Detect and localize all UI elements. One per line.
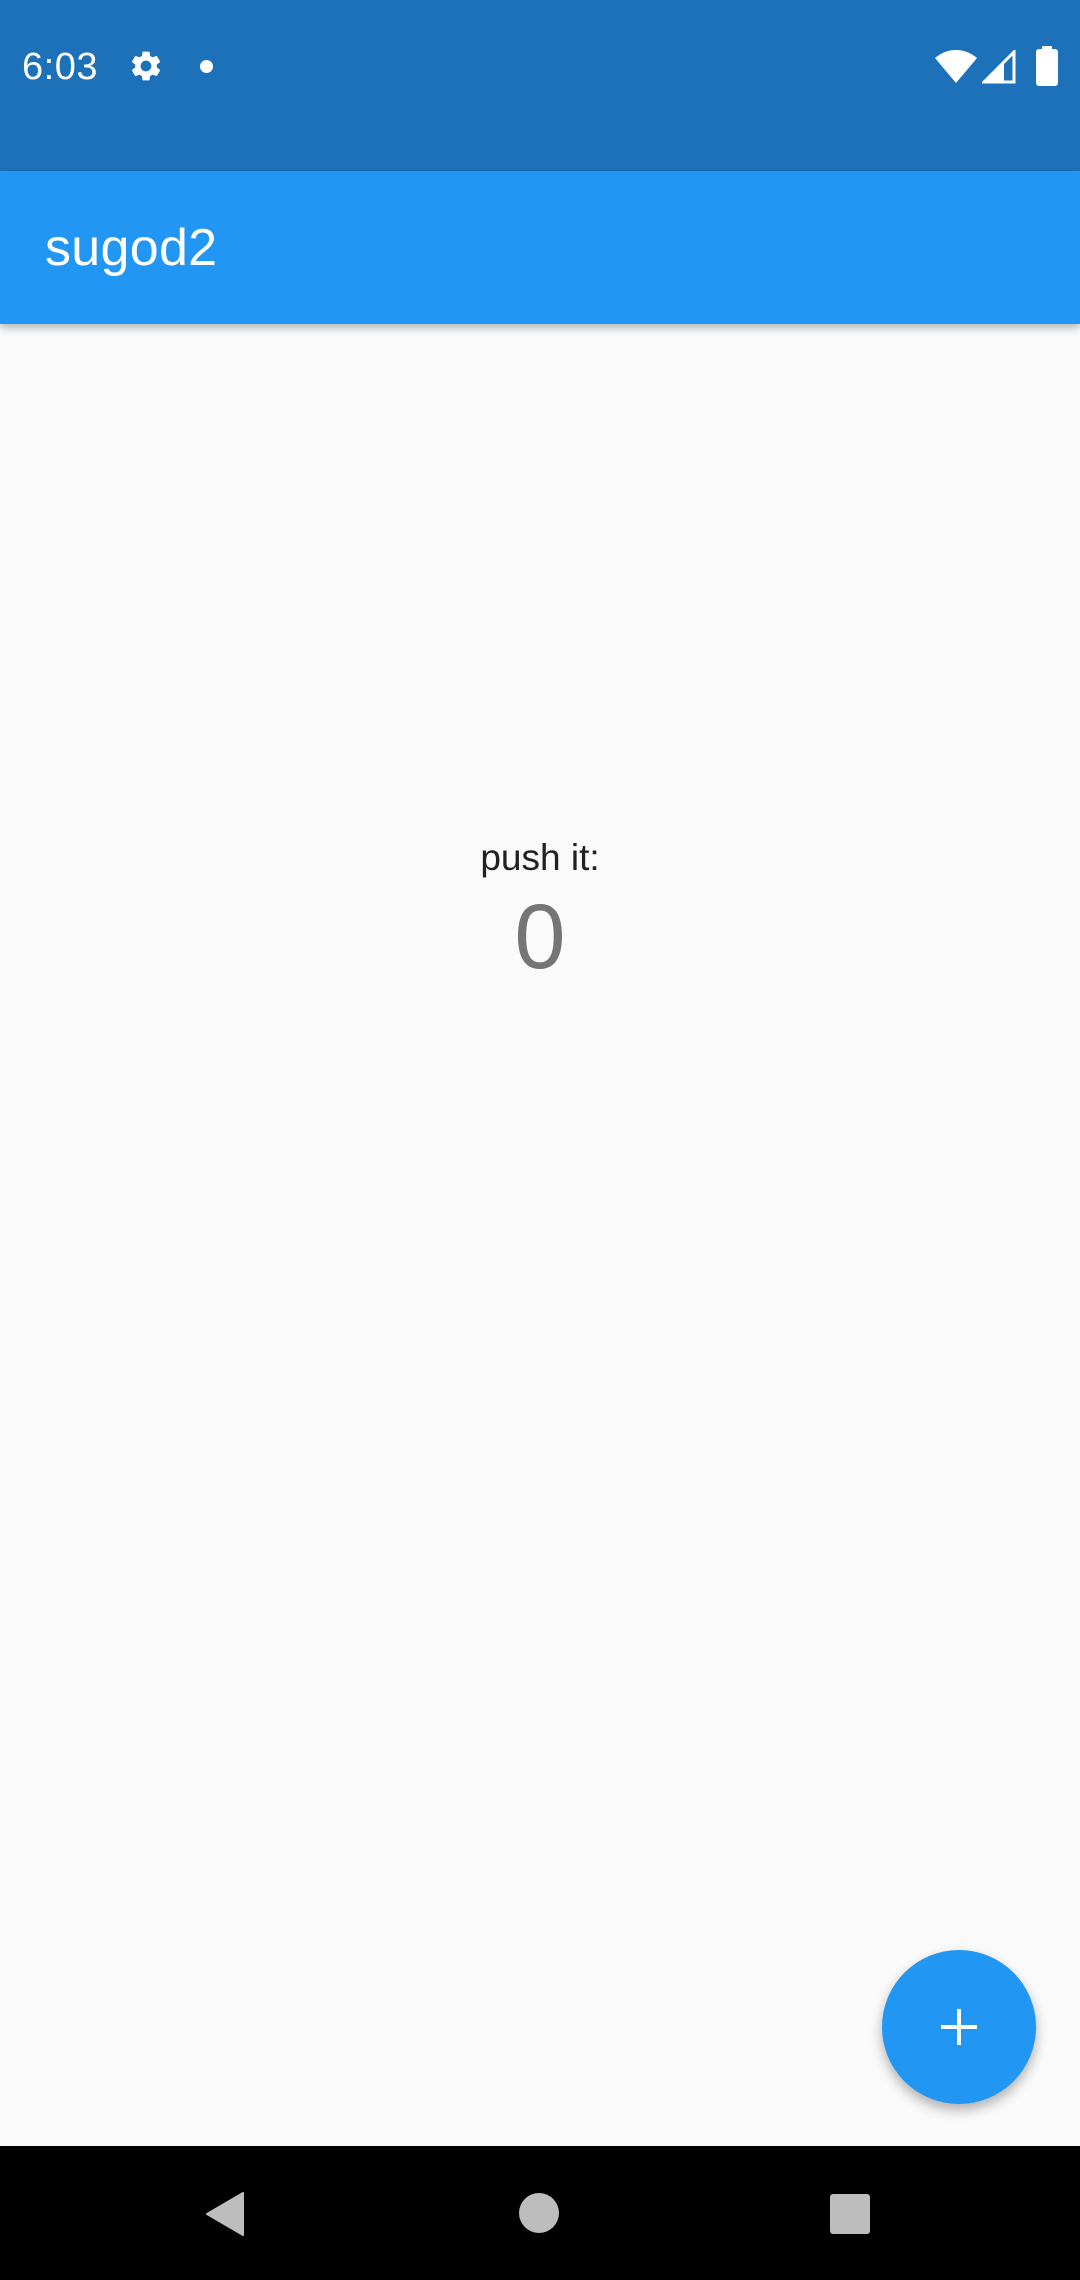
recents-icon[interactable] xyxy=(830,2194,870,2234)
app-title: sugod2 xyxy=(45,219,218,277)
counter-block: push it: 0 xyxy=(0,833,1080,987)
cell-signal-icon xyxy=(982,50,1016,84)
app-bar: sugod2 xyxy=(0,171,1080,324)
push-label: push it: xyxy=(480,837,600,878)
notification-dot-icon xyxy=(200,60,213,73)
increment-fab-button[interactable] xyxy=(882,1950,1036,2104)
wifi-icon xyxy=(935,50,977,83)
back-icon[interactable] xyxy=(205,2191,245,2237)
status-time: 6:03 xyxy=(22,46,98,88)
home-icon[interactable] xyxy=(519,2193,559,2233)
main-content xyxy=(0,324,1080,2146)
navigation-bar xyxy=(0,2146,1080,2280)
gear-icon xyxy=(131,51,161,81)
plus-icon xyxy=(941,2009,977,2045)
counter-value: 0 xyxy=(514,886,566,988)
status-bar: 6:03 xyxy=(0,0,1080,171)
battery-icon xyxy=(1036,46,1058,86)
